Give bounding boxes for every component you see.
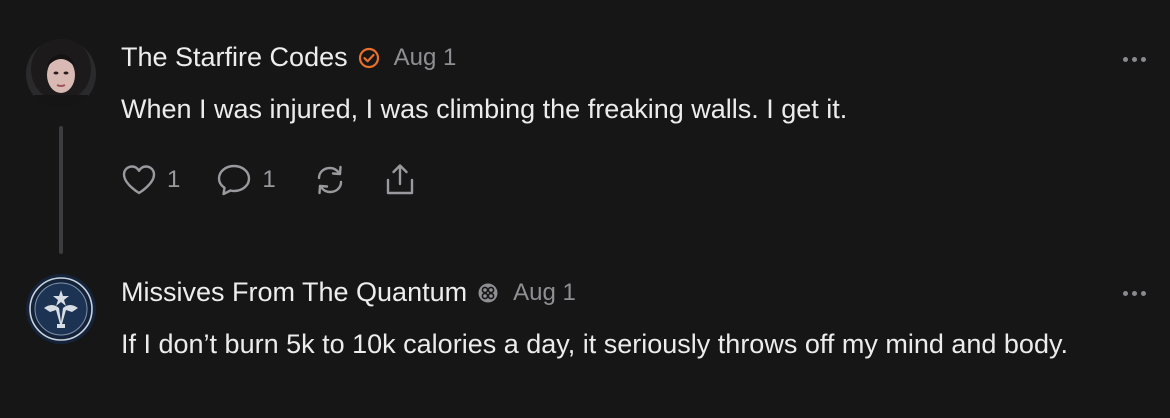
reply-button[interactable]: 1 — [216, 163, 276, 197]
comment-bubble-icon — [218, 164, 251, 196]
comment-text: If I don’t burn 5k to 10k calories a day… — [121, 329, 1068, 359]
comment-date[interactable]: Aug 1 — [394, 44, 457, 72]
like-button[interactable]: 1 — [121, 164, 180, 196]
avatar-starfire[interactable] — [26, 39, 96, 109]
comment-header: The Starfire Codes Aug 1 — [121, 42, 456, 73]
avatar-missives[interactable] — [26, 274, 96, 344]
author-name[interactable]: Missives From The Quantum — [121, 277, 467, 308]
author-name[interactable]: The Starfire Codes — [121, 42, 348, 73]
more-options-icon[interactable] — [1123, 57, 1146, 62]
comment-actions: 1 1 — [121, 160, 448, 200]
check-circle-icon — [358, 47, 380, 69]
comment-date[interactable]: Aug 1 — [513, 279, 576, 307]
reply-count: 1 — [262, 166, 276, 193]
share-button[interactable] — [382, 162, 418, 198]
thread-line — [59, 126, 63, 254]
share-icon — [386, 164, 413, 195]
restack-icon — [317, 165, 342, 195]
heart-icon — [122, 165, 156, 195]
comment-header: Missives From The Quantum Aug 1 — [121, 277, 576, 308]
substack-badge-icon — [477, 282, 499, 304]
comment-text: When I was injured, I was climbing the f… — [121, 94, 848, 124]
more-options-icon[interactable] — [1123, 291, 1146, 296]
restack-button[interactable] — [312, 163, 348, 197]
like-count: 1 — [167, 166, 181, 193]
